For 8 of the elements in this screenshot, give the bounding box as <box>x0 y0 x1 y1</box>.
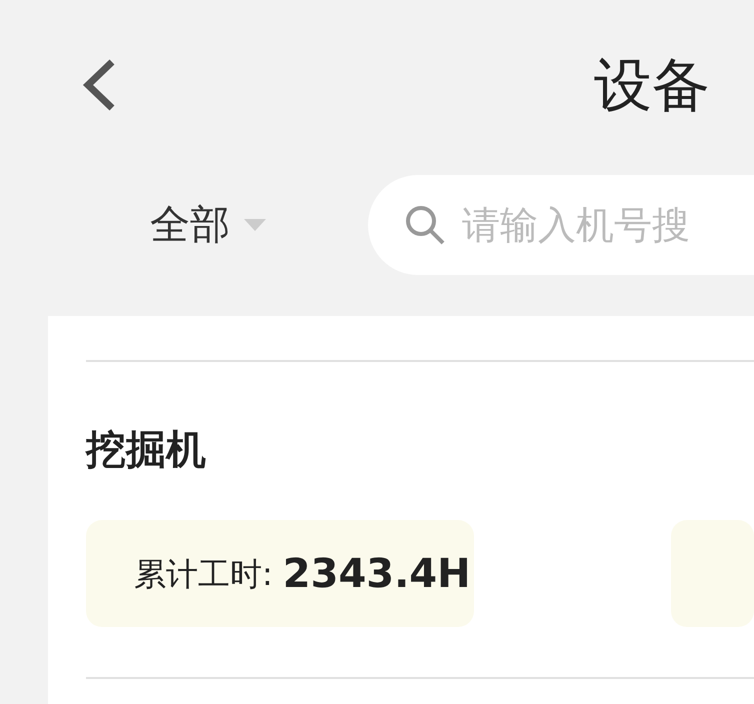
device-name: 挖掘机 <box>86 426 207 475</box>
search-icon <box>404 204 446 246</box>
page-title: 设备 <box>594 50 710 120</box>
filter-dropdown[interactable]: 全部 <box>150 195 266 255</box>
stat-label: 累计工时: <box>134 554 273 594</box>
caret-icon <box>244 219 266 231</box>
stat-value: 2343.4H <box>282 550 471 598</box>
search-field[interactable]: 请输入机号搜 <box>368 175 754 275</box>
